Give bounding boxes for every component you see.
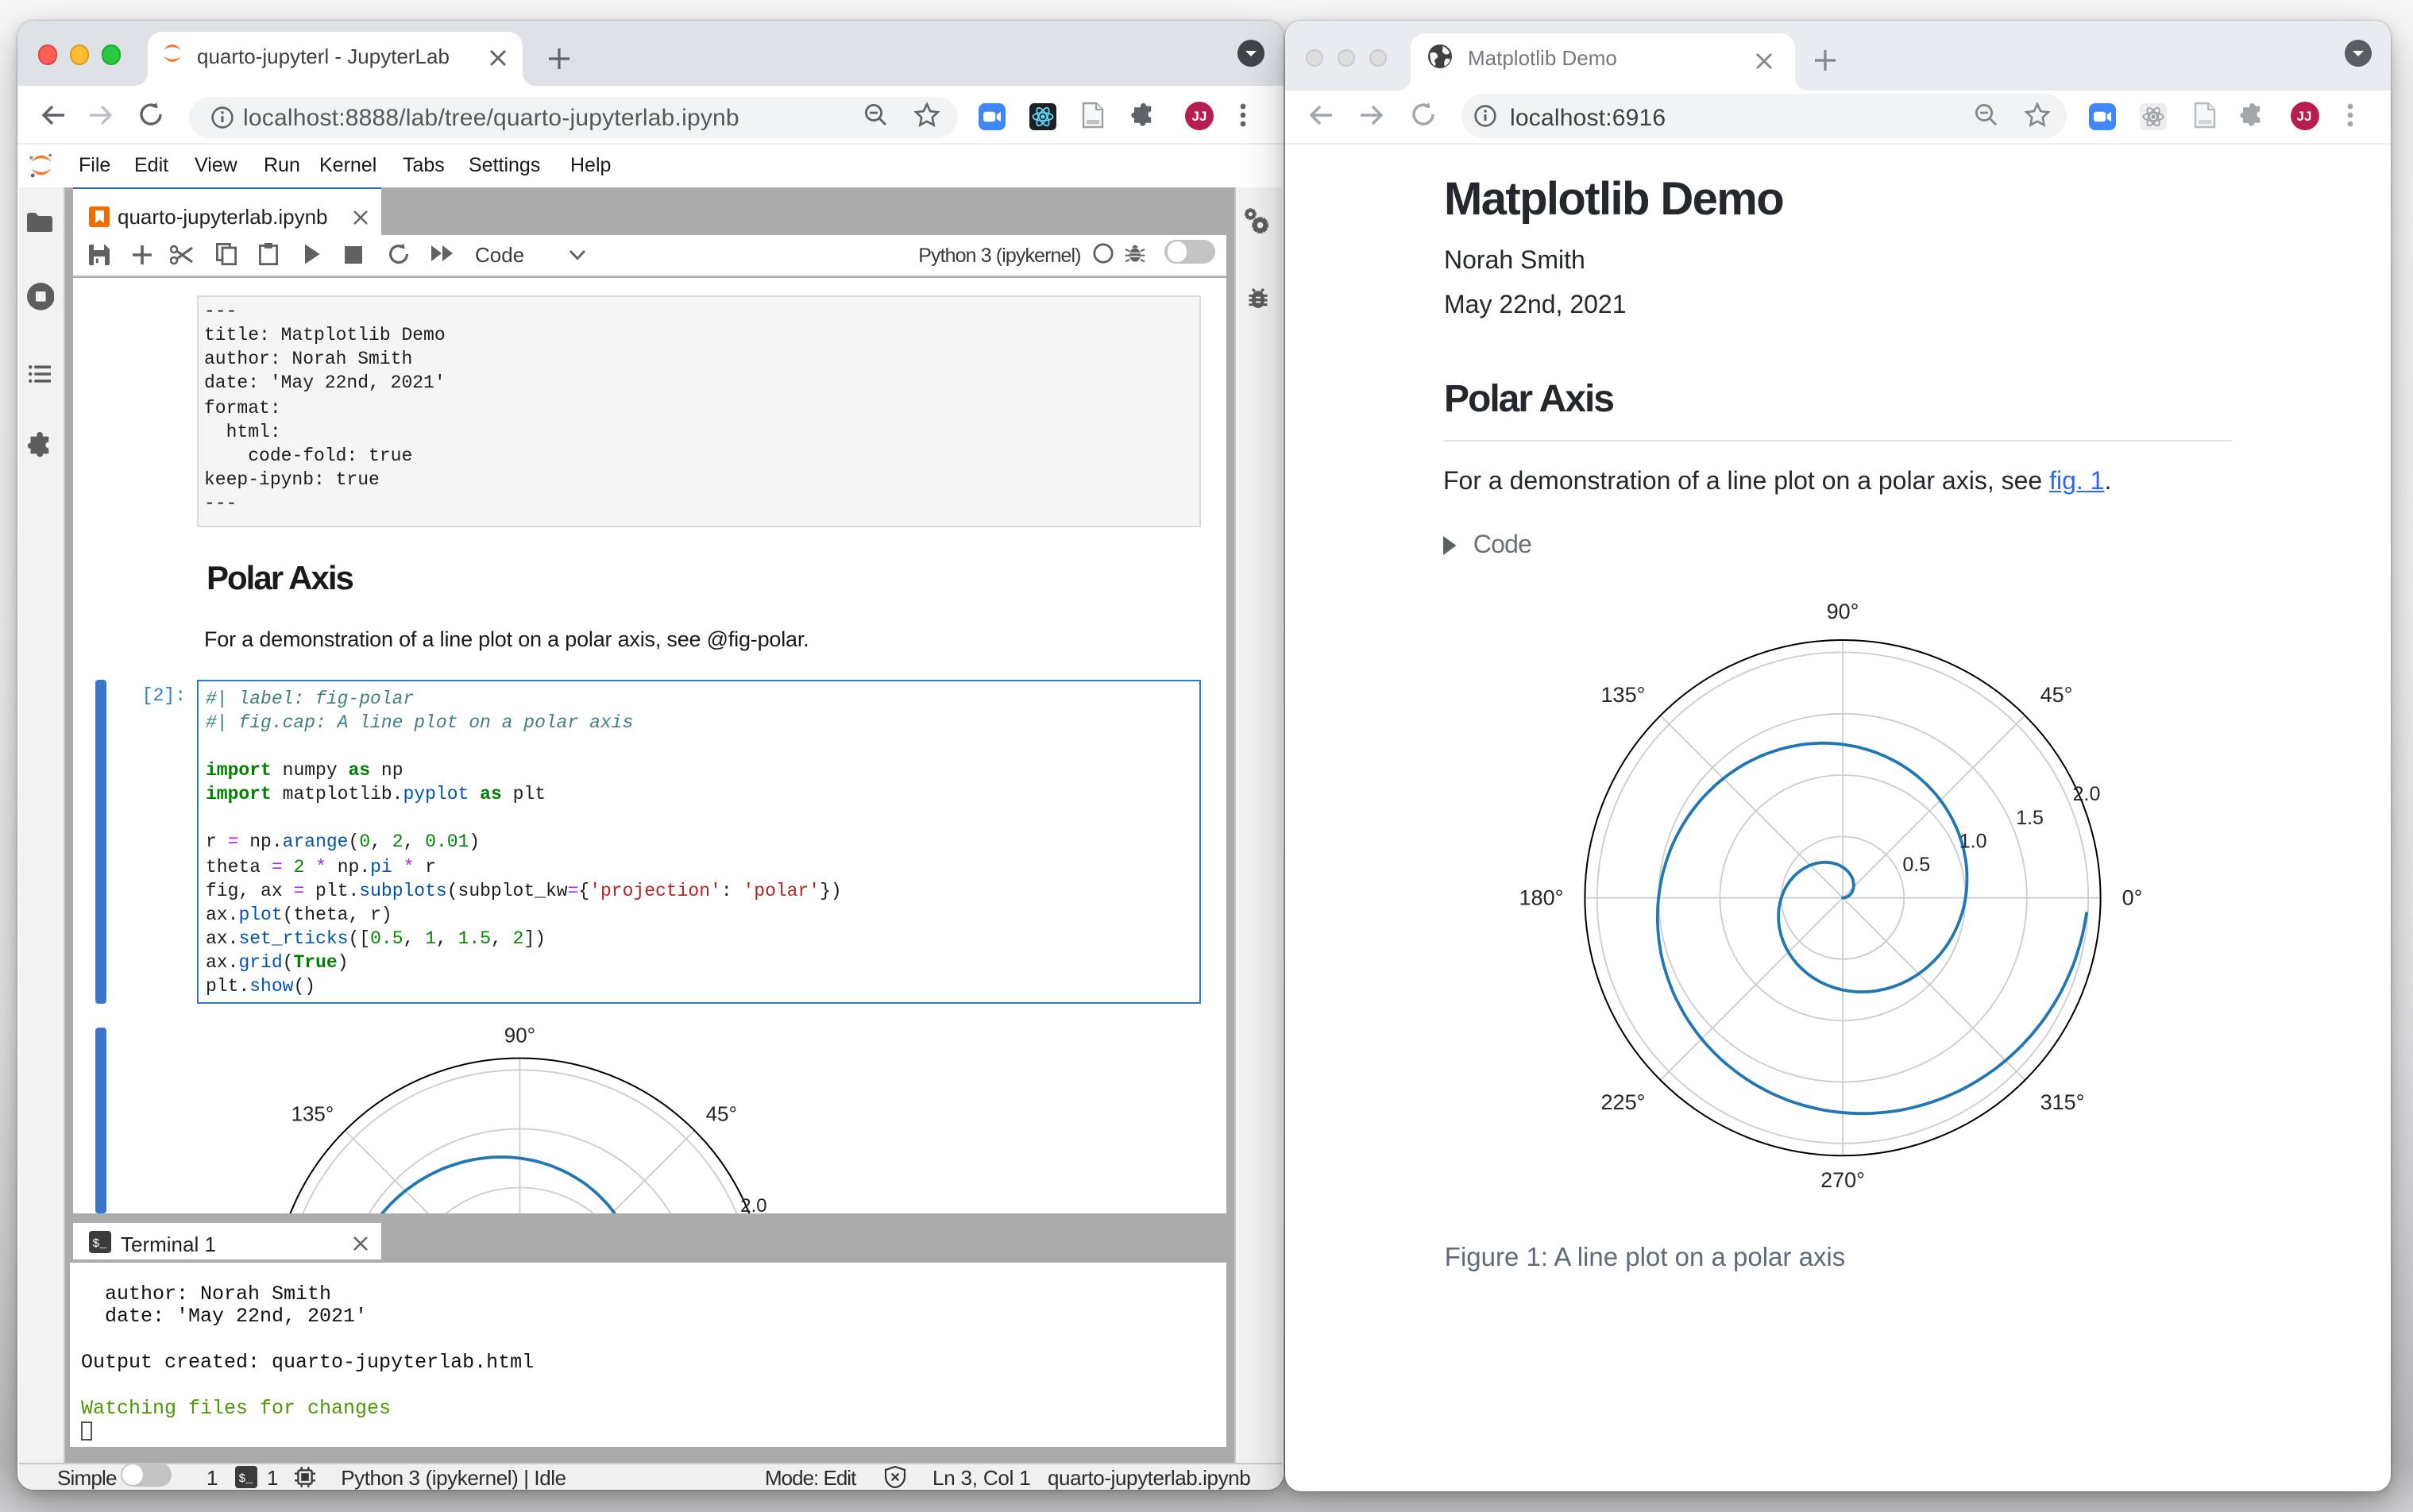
svg-text:1.0: 1.0 xyxy=(1959,830,1987,852)
svg-text:1.5: 1.5 xyxy=(2016,807,2044,829)
svg-text:$_: $_ xyxy=(92,1237,107,1251)
svg-text:315°: 315° xyxy=(2040,1090,2085,1114)
svg-text:135°: 135° xyxy=(291,1102,334,1124)
svg-text:0°: 0° xyxy=(2122,886,2143,910)
svg-text:$_: $_ xyxy=(237,1472,253,1485)
svg-text:225°: 225° xyxy=(1601,1090,1646,1114)
svg-text:90°: 90° xyxy=(1827,600,1859,623)
svg-text:270°: 270° xyxy=(1820,1168,1865,1192)
svg-text:90°: 90° xyxy=(504,1024,535,1047)
svg-text:180°: 180° xyxy=(1519,886,1564,910)
svg-text:0.5: 0.5 xyxy=(1902,854,1930,876)
svg-text:2.0: 2.0 xyxy=(2073,783,2101,805)
svg-text:135°: 135° xyxy=(1601,683,1646,707)
svg-text:2.0: 2.0 xyxy=(739,1194,766,1213)
svg-text:45°: 45° xyxy=(2040,683,2073,707)
svg-text:45°: 45° xyxy=(705,1102,736,1124)
